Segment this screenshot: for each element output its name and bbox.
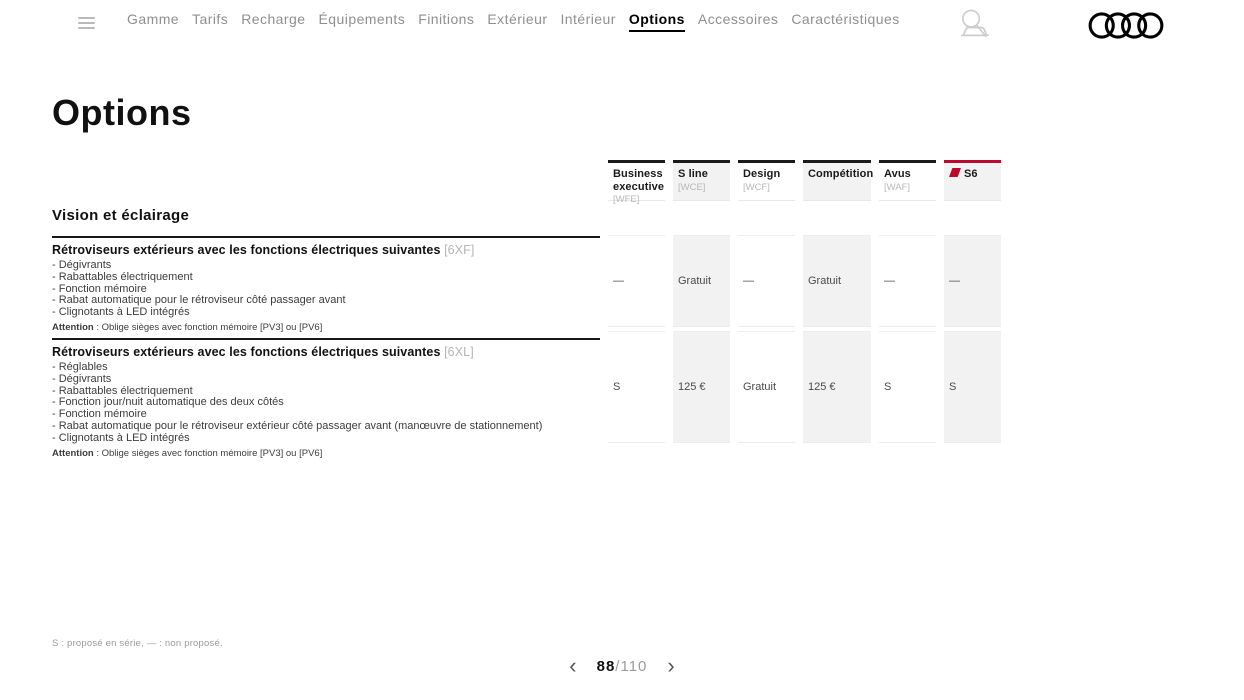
legend-note: S : proposé en série, — : non proposé. bbox=[52, 638, 223, 649]
nav-item-tarifs[interactable]: Tarifs bbox=[192, 11, 228, 30]
prev-page-button[interactable]: ‹ bbox=[567, 656, 578, 676]
next-page-button[interactable]: › bbox=[665, 656, 676, 676]
column-header-design: Design [WCF] bbox=[738, 160, 795, 201]
section-title: Vision et éclairage bbox=[52, 207, 600, 224]
option-title: Rétroviseurs extérieurs avec les fonctio… bbox=[52, 243, 600, 257]
menu-icon[interactable] bbox=[78, 17, 95, 32]
nav-item-equipements[interactable]: Équipements bbox=[319, 11, 406, 30]
options-page: Gamme Tarifs Recharge Équipements Finiti… bbox=[0, 0, 1244, 700]
nav-item-caracteristiques[interactable]: Caractéristiques bbox=[791, 11, 899, 30]
cell-6xl-design: Gratuit bbox=[738, 331, 795, 443]
option-row-6xl: Rétroviseurs extérieurs avec les fonctio… bbox=[52, 345, 600, 459]
option-code: [6XF] bbox=[444, 243, 474, 257]
column-header-business-executive: Business executive [WFE] bbox=[608, 160, 665, 201]
page-title: Options bbox=[52, 92, 191, 134]
feature-line: - Clignotants à LED intégrés bbox=[52, 307, 600, 319]
audi-rings-logo[interactable] bbox=[1088, 12, 1164, 39]
nav-item-finitions[interactable]: Finitions bbox=[418, 11, 474, 30]
column-header-s-line: S line [WCE] bbox=[673, 160, 730, 201]
cell-6xl-avus: S bbox=[879, 331, 936, 443]
cell-6xl-business-executive: S bbox=[608, 331, 665, 443]
row-divider bbox=[52, 338, 600, 340]
nav-item-accessoires[interactable]: Accessoires bbox=[698, 11, 778, 30]
option-title: Rétroviseurs extérieurs avec les fonctio… bbox=[52, 345, 600, 359]
cell-6xf-avus: — bbox=[879, 235, 936, 327]
attention-note: Attention : Oblige sièges avec fonction … bbox=[52, 448, 600, 459]
nav-item-interieur[interactable]: Intérieur bbox=[560, 11, 615, 30]
nav-item-options[interactable]: Options bbox=[629, 11, 685, 32]
cell-6xl-s6: S bbox=[944, 331, 1001, 443]
car-search-icon[interactable] bbox=[956, 8, 994, 41]
feature-line: - Rabattables électriquement bbox=[52, 272, 600, 284]
cell-6xf-business-executive: — bbox=[608, 235, 665, 327]
cell-6xl-s-line: 125 € bbox=[673, 331, 730, 443]
option-row-6xf: Rétroviseurs extérieurs avec les fonctio… bbox=[52, 243, 600, 333]
nav-menu: Gamme Tarifs Recharge Équipements Finiti… bbox=[127, 11, 900, 32]
options-descriptions: Vision et éclairage Rétroviseurs extérie… bbox=[52, 207, 600, 464]
section-divider bbox=[52, 236, 600, 238]
feature-line: - Réglables bbox=[52, 362, 600, 374]
column-header-competition: Compétition bbox=[803, 160, 871, 201]
nav-item-gamme[interactable]: Gamme bbox=[127, 11, 179, 30]
cell-6xf-s-line: Gratuit bbox=[673, 235, 730, 327]
s-model-badge-icon bbox=[949, 168, 961, 177]
top-navigation: Gamme Tarifs Recharge Équipements Finiti… bbox=[0, 0, 1244, 48]
cell-6xf-design: — bbox=[738, 235, 795, 327]
page-indicator: 88/110 bbox=[597, 658, 648, 675]
nav-item-recharge[interactable]: Recharge bbox=[241, 11, 305, 30]
cell-6xl-competition: 125 € bbox=[803, 331, 871, 443]
cell-6xf-s6: — bbox=[944, 235, 1001, 327]
pagination: ‹ 88/110 › bbox=[0, 656, 1244, 676]
feature-line: - Rabat automatique pour le rétroviseur … bbox=[52, 421, 600, 433]
feature-line: - Clignotants à LED intégrés bbox=[52, 433, 600, 445]
attention-note: Attention : Oblige sièges avec fonction … bbox=[52, 322, 600, 333]
options-table: Business executive [WFE] S line [WCE] De… bbox=[608, 160, 1001, 443]
cell-6xf-competition: Gratuit bbox=[803, 235, 871, 327]
feature-line: - Dégivrants bbox=[52, 374, 600, 386]
column-header-avus: Avus [WAF] bbox=[879, 160, 936, 201]
column-header-s6: S6 bbox=[944, 160, 1001, 201]
nav-item-exterieur[interactable]: Extérieur bbox=[487, 11, 547, 30]
option-code: [6XL] bbox=[444, 345, 474, 359]
